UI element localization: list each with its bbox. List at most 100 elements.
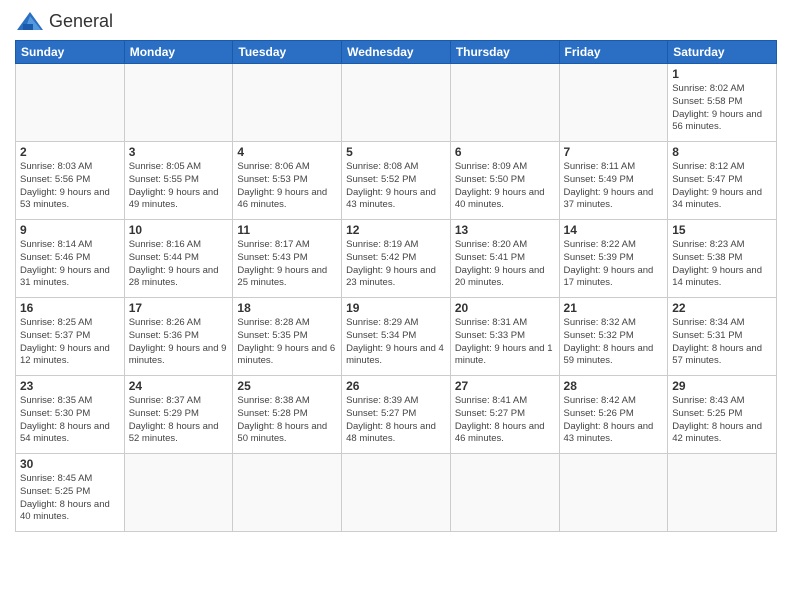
calendar-cell: 1Sunrise: 8:02 AM Sunset: 5:58 PM Daylig… <box>668 64 777 142</box>
day-number: 8 <box>672 145 772 159</box>
calendar-cell: 14 Sunrise: 8:22 AM Sunset: 5:39 PM Dayli… <box>559 220 668 298</box>
day-number: 6 <box>455 145 555 159</box>
day-info: Sunrise: 8:19 AM Sunset: 5:42 PM Dayligh… <box>346 239 446 290</box>
weekday-header-monday: Monday <box>124 41 233 64</box>
day-number: 24 <box>129 379 229 393</box>
weekday-header-tuesday: Tuesday <box>233 41 342 64</box>
day-number: 15 <box>672 223 772 237</box>
calendar-cell: 21 Sunrise: 8:32 AM Sunset: 5:32 PM Dayli… <box>559 298 668 376</box>
calendar-cell: 2Sunrise: 8:03 AM Sunset: 5:56 PM Daylig… <box>16 142 125 220</box>
day-number: 28 <box>564 379 664 393</box>
weekday-header-friday: Friday <box>559 41 668 64</box>
calendar-cell <box>559 64 668 142</box>
calendar-cell: 26Sunrise: 8:39 AM Sunset: 5:27 PM Dayli… <box>342 376 451 454</box>
day-info: Sunrise: 8:20 AM Sunset: 5:41 PM Dayligh… <box>455 239 555 290</box>
calendar-cell <box>16 64 125 142</box>
calendar-cell: 20 Sunrise: 8:31 AM Sunset: 5:33 PM Dayli… <box>450 298 559 376</box>
day-info: Sunrise: 8:41 AM Sunset: 5:27 PM Dayligh… <box>455 395 555 446</box>
day-info: Sunrise: 8:43 AM Sunset: 5:25 PM Dayligh… <box>672 395 772 446</box>
day-info: Sunrise: 8:09 AM Sunset: 5:50 PM Dayligh… <box>455 161 555 212</box>
calendar-cell: 3 Sunrise: 8:05 AM Sunset: 5:55 PM Daylig… <box>124 142 233 220</box>
calendar-cell: 11 Sunrise: 8:17 AM Sunset: 5:43 PM Dayli… <box>233 220 342 298</box>
day-info: Sunrise: 8:39 AM Sunset: 5:27 PM Dayligh… <box>346 395 446 446</box>
calendar-cell: 22 Sunrise: 8:34 AM Sunset: 5:31 PM Dayli… <box>668 298 777 376</box>
day-info: Sunrise: 8:05 AM Sunset: 5:55 PM Dayligh… <box>129 161 229 212</box>
day-info: Sunrise: 8:06 AM Sunset: 5:53 PM Dayligh… <box>237 161 337 212</box>
day-number: 3 <box>129 145 229 159</box>
calendar-cell <box>342 454 451 532</box>
week-row-0: 1Sunrise: 8:02 AM Sunset: 5:58 PM Daylig… <box>16 64 777 142</box>
calendar-cell: 24 Sunrise: 8:37 AM Sunset: 5:29 PM Dayli… <box>124 376 233 454</box>
day-number: 11 <box>237 223 337 237</box>
day-info: Sunrise: 8:35 AM Sunset: 5:30 PM Dayligh… <box>20 395 120 446</box>
calendar-cell <box>450 64 559 142</box>
day-info: Sunrise: 8:29 AM Sunset: 5:34 PM Dayligh… <box>346 317 446 368</box>
day-number: 17 <box>129 301 229 315</box>
day-number: 22 <box>672 301 772 315</box>
calendar-cell: 13 Sunrise: 8:20 AM Sunset: 5:41 PM Dayli… <box>450 220 559 298</box>
day-info: Sunrise: 8:12 AM Sunset: 5:47 PM Dayligh… <box>672 161 772 212</box>
day-number: 1 <box>672 67 772 81</box>
day-info: Sunrise: 8:25 AM Sunset: 5:37 PM Dayligh… <box>20 317 120 368</box>
week-row-3: 16Sunrise: 8:25 AM Sunset: 5:37 PM Dayli… <box>16 298 777 376</box>
day-info: Sunrise: 8:38 AM Sunset: 5:28 PM Dayligh… <box>237 395 337 446</box>
day-number: 5 <box>346 145 446 159</box>
day-number: 13 <box>455 223 555 237</box>
day-number: 12 <box>346 223 446 237</box>
day-number: 14 <box>564 223 664 237</box>
day-number: 29 <box>672 379 772 393</box>
day-info: Sunrise: 8:16 AM Sunset: 5:44 PM Dayligh… <box>129 239 229 290</box>
day-info: Sunrise: 8:26 AM Sunset: 5:36 PM Dayligh… <box>129 317 229 368</box>
week-row-1: 2Sunrise: 8:03 AM Sunset: 5:56 PM Daylig… <box>16 142 777 220</box>
day-info: Sunrise: 8:42 AM Sunset: 5:26 PM Dayligh… <box>564 395 664 446</box>
calendar-cell: 19 Sunrise: 8:29 AM Sunset: 5:34 PM Dayli… <box>342 298 451 376</box>
day-number: 21 <box>564 301 664 315</box>
calendar-cell <box>342 64 451 142</box>
weekday-header-thursday: Thursday <box>450 41 559 64</box>
day-info: Sunrise: 8:31 AM Sunset: 5:33 PM Dayligh… <box>455 317 555 368</box>
calendar-cell <box>233 64 342 142</box>
calendar-cell: 25 Sunrise: 8:38 AM Sunset: 5:28 PM Dayli… <box>233 376 342 454</box>
calendar-cell: 28 Sunrise: 8:42 AM Sunset: 5:26 PM Dayli… <box>559 376 668 454</box>
day-number: 18 <box>237 301 337 315</box>
calendar-cell: 8 Sunrise: 8:12 AM Sunset: 5:47 PM Daylig… <box>668 142 777 220</box>
calendar-cell <box>559 454 668 532</box>
week-row-2: 9 Sunrise: 8:14 AM Sunset: 5:46 PM Daylig… <box>16 220 777 298</box>
week-row-4: 23 Sunrise: 8:35 AM Sunset: 5:30 PM Dayli… <box>16 376 777 454</box>
day-info: Sunrise: 8:34 AM Sunset: 5:31 PM Dayligh… <box>672 317 772 368</box>
calendar-cell: 10 Sunrise: 8:16 AM Sunset: 5:44 PM Dayli… <box>124 220 233 298</box>
page: General SundayMondayTuesdayWednesdayThur… <box>0 0 792 612</box>
calendar-cell: 30 Sunrise: 8:45 AM Sunset: 5:25 PM Dayli… <box>16 454 125 532</box>
calendar-cell: 9 Sunrise: 8:14 AM Sunset: 5:46 PM Daylig… <box>16 220 125 298</box>
calendar-cell: 7Sunrise: 8:11 AM Sunset: 5:49 PM Daylig… <box>559 142 668 220</box>
calendar-cell: 17 Sunrise: 8:26 AM Sunset: 5:36 PM Dayli… <box>124 298 233 376</box>
day-info: Sunrise: 8:22 AM Sunset: 5:39 PM Dayligh… <box>564 239 664 290</box>
day-number: 30 <box>20 457 120 471</box>
calendar-cell <box>450 454 559 532</box>
calendar-cell: 12 Sunrise: 8:19 AM Sunset: 5:42 PM Dayli… <box>342 220 451 298</box>
day-info: Sunrise: 8:37 AM Sunset: 5:29 PM Dayligh… <box>129 395 229 446</box>
weekday-header-sunday: Sunday <box>16 41 125 64</box>
day-info: Sunrise: 8:08 AM Sunset: 5:52 PM Dayligh… <box>346 161 446 212</box>
weekday-header-wednesday: Wednesday <box>342 41 451 64</box>
day-info: Sunrise: 8:45 AM Sunset: 5:25 PM Dayligh… <box>20 473 120 524</box>
day-info: Sunrise: 8:32 AM Sunset: 5:32 PM Dayligh… <box>564 317 664 368</box>
calendar-cell <box>124 64 233 142</box>
calendar-cell <box>124 454 233 532</box>
calendar-cell: 5 Sunrise: 8:08 AM Sunset: 5:52 PM Daylig… <box>342 142 451 220</box>
day-number: 10 <box>129 223 229 237</box>
day-number: 25 <box>237 379 337 393</box>
day-info: Sunrise: 8:17 AM Sunset: 5:43 PM Dayligh… <box>237 239 337 290</box>
day-number: 20 <box>455 301 555 315</box>
day-info: Sunrise: 8:14 AM Sunset: 5:46 PM Dayligh… <box>20 239 120 290</box>
day-number: 19 <box>346 301 446 315</box>
day-number: 4 <box>237 145 337 159</box>
day-info: Sunrise: 8:11 AM Sunset: 5:49 PM Dayligh… <box>564 161 664 212</box>
logo-icon <box>15 10 45 34</box>
calendar-cell: 16Sunrise: 8:25 AM Sunset: 5:37 PM Dayli… <box>16 298 125 376</box>
header: General <box>15 10 777 34</box>
day-number: 23 <box>20 379 120 393</box>
day-number: 9 <box>20 223 120 237</box>
calendar-cell <box>233 454 342 532</box>
day-info: Sunrise: 8:03 AM Sunset: 5:56 PM Dayligh… <box>20 161 120 212</box>
